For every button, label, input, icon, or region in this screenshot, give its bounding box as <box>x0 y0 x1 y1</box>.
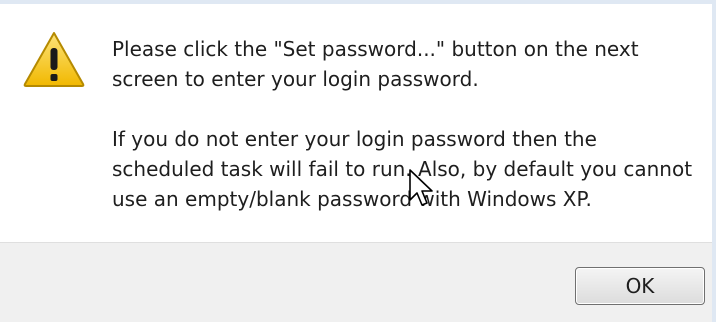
window-right-edge <box>712 0 716 322</box>
message-paragraph-2: If you do not enter your login password … <box>112 127 693 211</box>
mouse-pointer-icon <box>409 169 433 206</box>
message-paragraph-1: Please click the "Set password..." butto… <box>112 37 639 91</box>
dialog-content: Please click the "Set password..." butto… <box>0 4 712 242</box>
warning-icon <box>23 32 85 87</box>
message-dialog: Please click the "Set password..." butto… <box>0 0 716 322</box>
dialog-message: Please click the "Set password..." butto… <box>112 34 702 214</box>
dialog-button-bar: OK <box>0 242 712 322</box>
ok-button[interactable]: OK <box>575 267 705 305</box>
